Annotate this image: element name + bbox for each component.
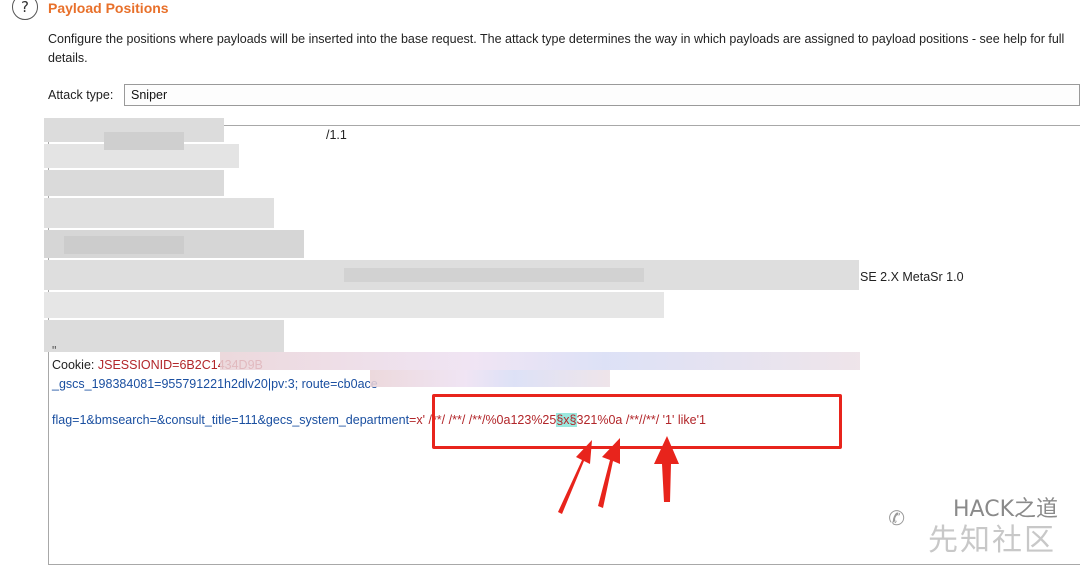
arrow-1 xyxy=(558,440,592,514)
help-icon[interactable]: ? xyxy=(12,0,38,20)
cookie-redaction-2 xyxy=(370,370,610,387)
request-line-1: /1.1 xyxy=(326,128,347,142)
body-params: flag=1&bmsearch=&consult_title=111&gecs_… xyxy=(52,413,410,427)
arrow-3 xyxy=(654,436,679,502)
chat-icon: ✆ xyxy=(888,508,905,530)
request-line-agent: SE 2.X MetaSr 1.0 xyxy=(860,270,964,284)
attack-type-label: Attack type: xyxy=(48,88,114,102)
request-line-misc: " xyxy=(52,344,57,358)
section-title: Payload Positions xyxy=(48,0,169,16)
annotation-arrows xyxy=(558,436,679,514)
attack-type-select[interactable]: Sniper xyxy=(124,84,1080,106)
cookie-line-2: _gscs_198384081=955791221h2dlv20|pv:3; r… xyxy=(52,377,378,391)
watermark-text-2: 先知社区 xyxy=(928,523,1056,558)
redacted-headers xyxy=(44,118,864,358)
cookie-label: Cookie: xyxy=(52,358,98,372)
arrow-2 xyxy=(598,438,620,508)
cookie-redaction xyxy=(220,352,860,370)
section-description: Configure the positions where payloads w… xyxy=(48,32,1065,65)
